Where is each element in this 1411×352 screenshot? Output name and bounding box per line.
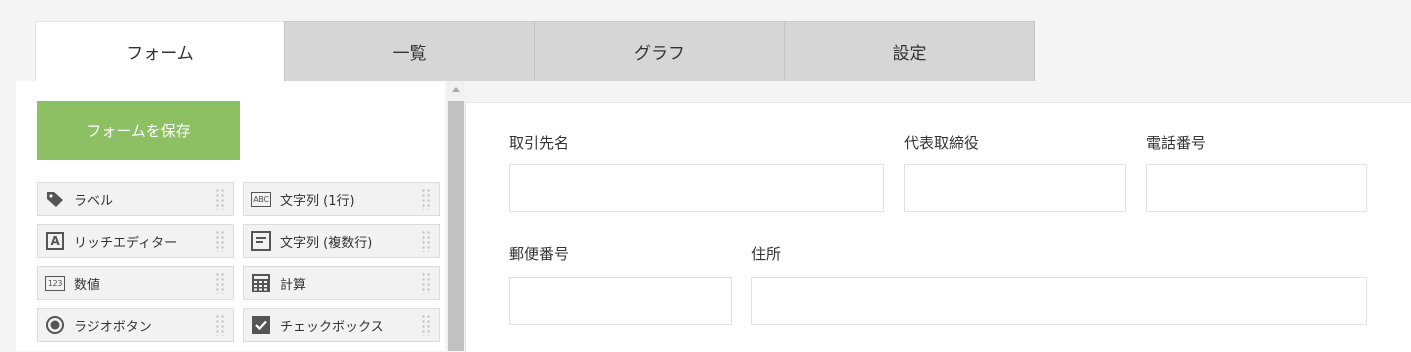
palette-item-multi-line[interactable]: 文字列 (複数行) [243, 224, 440, 258]
palette-item-text: ラジオボタン [74, 319, 152, 335]
scroll-up-arrow-icon[interactable] [447, 85, 465, 95]
tab-list[interactable]: 一覧 [285, 21, 535, 81]
postal-code-input[interactable] [509, 277, 732, 325]
drag-handle-icon[interactable] [215, 314, 225, 336]
palette-item-label[interactable]: ラベル [37, 182, 234, 216]
palette-item-rich-editor[interactable]: A リッチエディター [37, 224, 234, 258]
palette-item-checkbox[interactable]: チェックボックス [243, 308, 440, 342]
palette-item-text: 文字列 (複数行) [280, 235, 373, 251]
drag-handle-icon[interactable] [215, 230, 225, 252]
form-layout-area: 取引先名 代表取締役 電話番号 郵便番号 住所 [465, 102, 1411, 352]
drag-handle-icon[interactable] [421, 188, 431, 210]
field-palette: フォームを保存 ラベル ABC 文字列 (1行) A リッチエディター 文字列 … [16, 81, 445, 351]
palette-item-text: 計算 [280, 277, 307, 293]
form-canvas: 取引先名 代表取締役 電話番号 郵便番号 住所 [465, 81, 1411, 352]
drag-handle-icon[interactable] [421, 314, 431, 336]
save-form-button[interactable]: フォームを保存 [37, 101, 240, 160]
phone-input[interactable] [1146, 164, 1367, 212]
drag-handle-icon[interactable] [421, 230, 431, 252]
field-label-company: 取引先名 [509, 134, 570, 152]
drag-handle-icon[interactable] [215, 188, 225, 210]
palette-item-text: チェックボックス [280, 319, 384, 335]
scrollbar-thumb[interactable] [448, 101, 464, 351]
palette-scrollbar[interactable] [447, 81, 465, 351]
rich-editor-icon: A [45, 231, 65, 251]
palette-item-number[interactable]: 123 数値 [37, 266, 234, 300]
ceo-input[interactable] [904, 164, 1126, 212]
tab-graph[interactable]: グラフ [535, 21, 785, 81]
field-label-postal-code: 郵便番号 [509, 245, 570, 263]
tab-form[interactable]: フォーム [35, 21, 285, 81]
field-label-address: 住所 [751, 245, 782, 263]
checkbox-icon [251, 315, 271, 335]
calculator-icon [251, 273, 271, 293]
multiline-text-icon [251, 231, 271, 251]
palette-item-calc[interactable]: 計算 [243, 266, 440, 300]
abc-text-icon: ABC [251, 189, 271, 209]
palette-item-single-line[interactable]: ABC 文字列 (1行) [243, 182, 440, 216]
drag-handle-icon[interactable] [421, 272, 431, 294]
tag-icon [45, 189, 65, 209]
radio-icon [45, 315, 65, 335]
palette-item-text: リッチエディター [74, 235, 178, 251]
palette-item-radio[interactable]: ラジオボタン [37, 308, 234, 342]
field-label-phone: 電話番号 [1146, 134, 1207, 152]
address-input[interactable] [751, 277, 1367, 325]
number-icon: 123 [45, 273, 65, 293]
palette-item-text: ラベル [74, 193, 114, 209]
tab-settings[interactable]: 設定 [785, 21, 1035, 81]
field-label-ceo: 代表取締役 [904, 134, 980, 152]
drag-handle-icon[interactable] [215, 272, 225, 294]
palette-item-text: 数値 [74, 277, 101, 293]
palette-item-text: 文字列 (1行) [280, 193, 355, 209]
company-name-input[interactable] [509, 164, 884, 212]
tab-bar: フォーム 一覧 グラフ 設定 [35, 21, 1035, 81]
